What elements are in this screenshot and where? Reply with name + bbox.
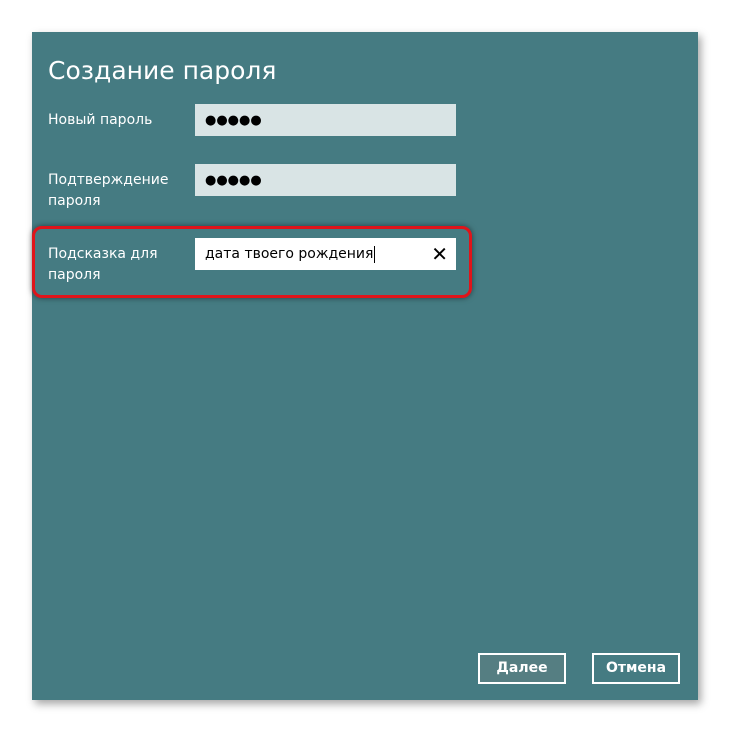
- create-password-dialog: Создание пароля Новый пароль ●●●●● Подтв…: [32, 32, 698, 700]
- text-caret: [374, 245, 376, 263]
- new-password-label: Новый пароль: [48, 112, 153, 128]
- password-hint-input[interactable]: дата твоего рождения ✕: [195, 238, 456, 270]
- next-button[interactable]: Далее: [478, 653, 566, 684]
- new-password-value: ●●●●●: [205, 113, 262, 128]
- confirm-password-label: Подтверждение пароля: [48, 172, 169, 209]
- clear-icon[interactable]: ✕: [431, 238, 448, 270]
- confirm-password-input[interactable]: ●●●●●: [195, 164, 456, 196]
- dialog-title: Создание пароля: [48, 56, 277, 85]
- confirm-password-value: ●●●●●: [205, 173, 262, 188]
- password-hint-label: Подсказка для пароля: [48, 246, 158, 283]
- password-hint-value: дата твоего рождения: [205, 246, 374, 262]
- new-password-input[interactable]: ●●●●●: [195, 104, 456, 136]
- cancel-button[interactable]: Отмена: [592, 653, 680, 684]
